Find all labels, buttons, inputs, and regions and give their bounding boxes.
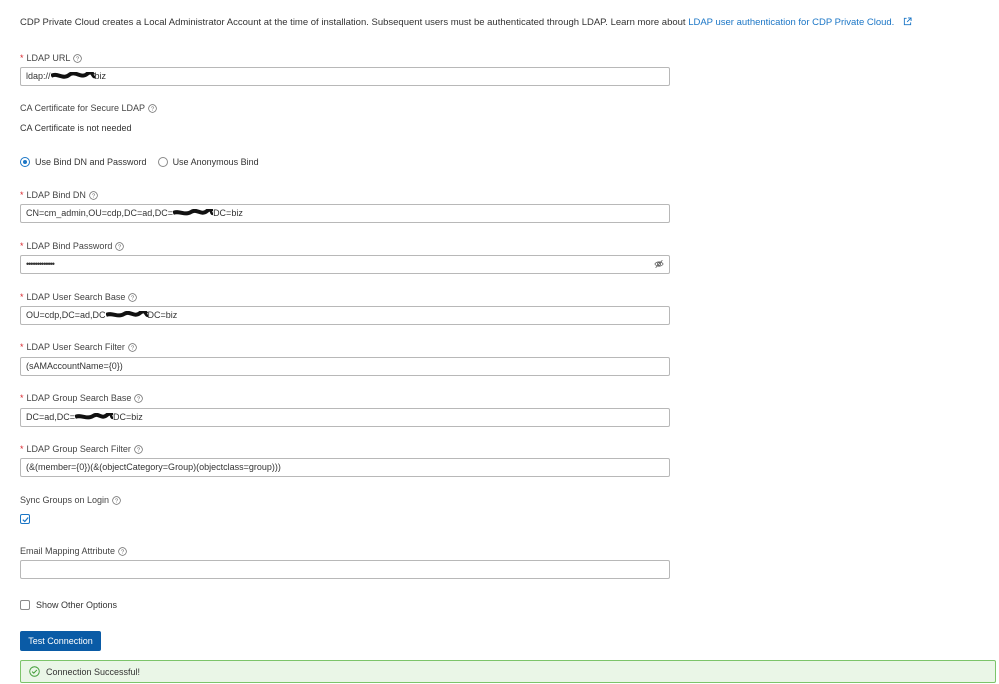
test-connection-button[interactable]: Test Connection: [20, 631, 101, 651]
ldap-docs-link[interactable]: LDAP user authentication for CDP Private…: [688, 17, 894, 28]
bind-dn-radio-label[interactable]: Use Bind DN and Password: [35, 157, 147, 167]
required-marker: *: [20, 241, 24, 251]
user-search-base-input[interactable]: OU=cdp,DC=ad,DC DC=biz: [20, 306, 670, 325]
user-search-base-value-end: DC=biz: [147, 310, 178, 320]
help-icon[interactable]: ?: [134, 393, 144, 403]
sync-groups-checkbox[interactable]: [20, 514, 30, 524]
alert-message: Connection Successful!: [46, 666, 141, 677]
redaction-mark: [105, 311, 148, 318]
bind-dn-value-end: DC=biz: [213, 208, 243, 218]
group-search-base-label-text: LDAP Group Search Base: [26, 393, 132, 403]
help-icon[interactable]: ?: [89, 190, 98, 200]
intro-text: CDP Private Cloud creates a Local Admini…: [20, 17, 912, 28]
user-search-filter-label-text: LDAP User Search Filter: [26, 342, 125, 352]
sync-groups-label-text: Sync Groups on Login: [20, 495, 110, 505]
ldap-url-label: * LDAP URL ?: [20, 53, 83, 63]
required-marker: *: [20, 190, 24, 200]
bind-password-wrapper: •••••••••••••: [20, 255, 670, 274]
ldap-url-label-text: LDAP URL: [26, 53, 71, 63]
sync-groups-label: Sync Groups on Login ?: [20, 495, 121, 505]
bind-dn-label: * LDAP Bind DN ?: [20, 190, 98, 200]
email-mapping-label-text: Email Mapping Attribute: [20, 546, 116, 556]
required-marker: *: [20, 342, 24, 352]
group-search-base-input[interactable]: DC=ad,DC= DC=biz: [20, 408, 670, 427]
bind-password-input[interactable]: •••••••••••••: [20, 255, 670, 274]
show-other-options-label[interactable]: Show Other Options: [36, 600, 117, 610]
user-search-filter-input[interactable]: (sAMAccountName={0}): [20, 357, 670, 376]
bind-password-label: * LDAP Bind Password ?: [20, 241, 125, 251]
connection-success-alert: Connection Successful!: [20, 660, 996, 683]
help-icon[interactable]: ?: [73, 53, 83, 63]
email-mapping-label: Email Mapping Attribute ?: [20, 546, 127, 556]
group-search-filter-label: * LDAP Group Search Filter ?: [20, 444, 143, 454]
help-icon[interactable]: ?: [112, 495, 121, 505]
ca-cert-value: CA Certificate is not needed: [20, 123, 132, 133]
ldap-config-page: CDP Private Cloud creates a Local Admini…: [0, 0, 999, 684]
bind-dn-input[interactable]: CN=cm_admin,OU=cdp,DC=ad,DC= DC=biz: [20, 204, 670, 223]
email-mapping-input[interactable]: [20, 560, 670, 579]
check-circle-icon: [29, 666, 40, 677]
anonymous-bind-radio-label[interactable]: Use Anonymous Bind: [173, 157, 259, 167]
external-link-icon[interactable]: [903, 17, 912, 26]
user-search-filter-label: * LDAP User Search Filter ?: [20, 342, 137, 352]
ldap-url-input[interactable]: ldap:// biz: [20, 67, 670, 86]
required-marker: *: [20, 53, 24, 63]
redaction-mark: [75, 413, 114, 420]
ca-cert-label: CA Certificate for Secure LDAP ?: [20, 103, 157, 113]
group-search-filter-input[interactable]: (&(member={0})(&(objectCategory=Group)(o…: [20, 458, 670, 477]
user-search-base-label: * LDAP User Search Base ?: [20, 292, 138, 302]
show-other-options-checkbox[interactable]: [20, 600, 30, 610]
group-search-filter-label-text: LDAP Group Search Filter: [26, 444, 131, 454]
help-icon[interactable]: ?: [118, 546, 127, 556]
ldap-url-value-end: biz: [94, 71, 107, 81]
bind-password-value: •••••••••••••: [26, 259, 55, 269]
group-search-base-value-end: DC=biz: [113, 412, 143, 422]
bind-dn-value-start: CN=cm_admin,OU=cdp,DC=ad,DC=: [26, 208, 174, 218]
group-search-base-label: * LDAP Group Search Base ?: [20, 393, 144, 403]
ldap-url-value-start: ldap://: [26, 71, 51, 81]
user-search-filter-value: (sAMAccountName={0}): [26, 361, 123, 371]
user-search-base-value-start: OU=cdp,DC=ad,DC: [26, 310, 106, 320]
bind-dn-radio[interactable]: [20, 157, 30, 167]
help-icon[interactable]: ?: [128, 292, 138, 302]
group-search-base-value-start: DC=ad,DC=: [26, 412, 76, 422]
help-icon[interactable]: ?: [134, 444, 143, 454]
user-search-base-label-text: LDAP User Search Base: [26, 292, 126, 302]
bind-mode-radio-group: Use Bind DN and Password Use Anonymous B…: [20, 157, 259, 167]
required-marker: *: [20, 393, 24, 403]
help-icon[interactable]: ?: [115, 241, 125, 251]
intro-description: CDP Private Cloud creates a Local Admini…: [20, 17, 686, 28]
show-other-options[interactable]: Show Other Options: [20, 600, 117, 610]
ca-cert-label-text: CA Certificate for Secure LDAP: [20, 103, 146, 113]
help-icon[interactable]: ?: [128, 342, 137, 352]
bind-password-label-text: LDAP Bind Password: [26, 241, 113, 251]
eye-slash-icon[interactable]: [654, 259, 664, 269]
anonymous-bind-radio[interactable]: [157, 157, 168, 167]
redaction-mark: [173, 209, 214, 216]
required-marker: *: [20, 444, 24, 454]
bind-dn-label-text: LDAP Bind DN: [26, 190, 86, 200]
checkmark-icon: [22, 517, 29, 523]
group-search-filter-value: (&(member={0})(&(objectCategory=Group)(o…: [26, 462, 281, 472]
redaction-mark: [50, 72, 95, 79]
required-marker: *: [20, 292, 24, 302]
help-icon[interactable]: ?: [148, 103, 157, 113]
